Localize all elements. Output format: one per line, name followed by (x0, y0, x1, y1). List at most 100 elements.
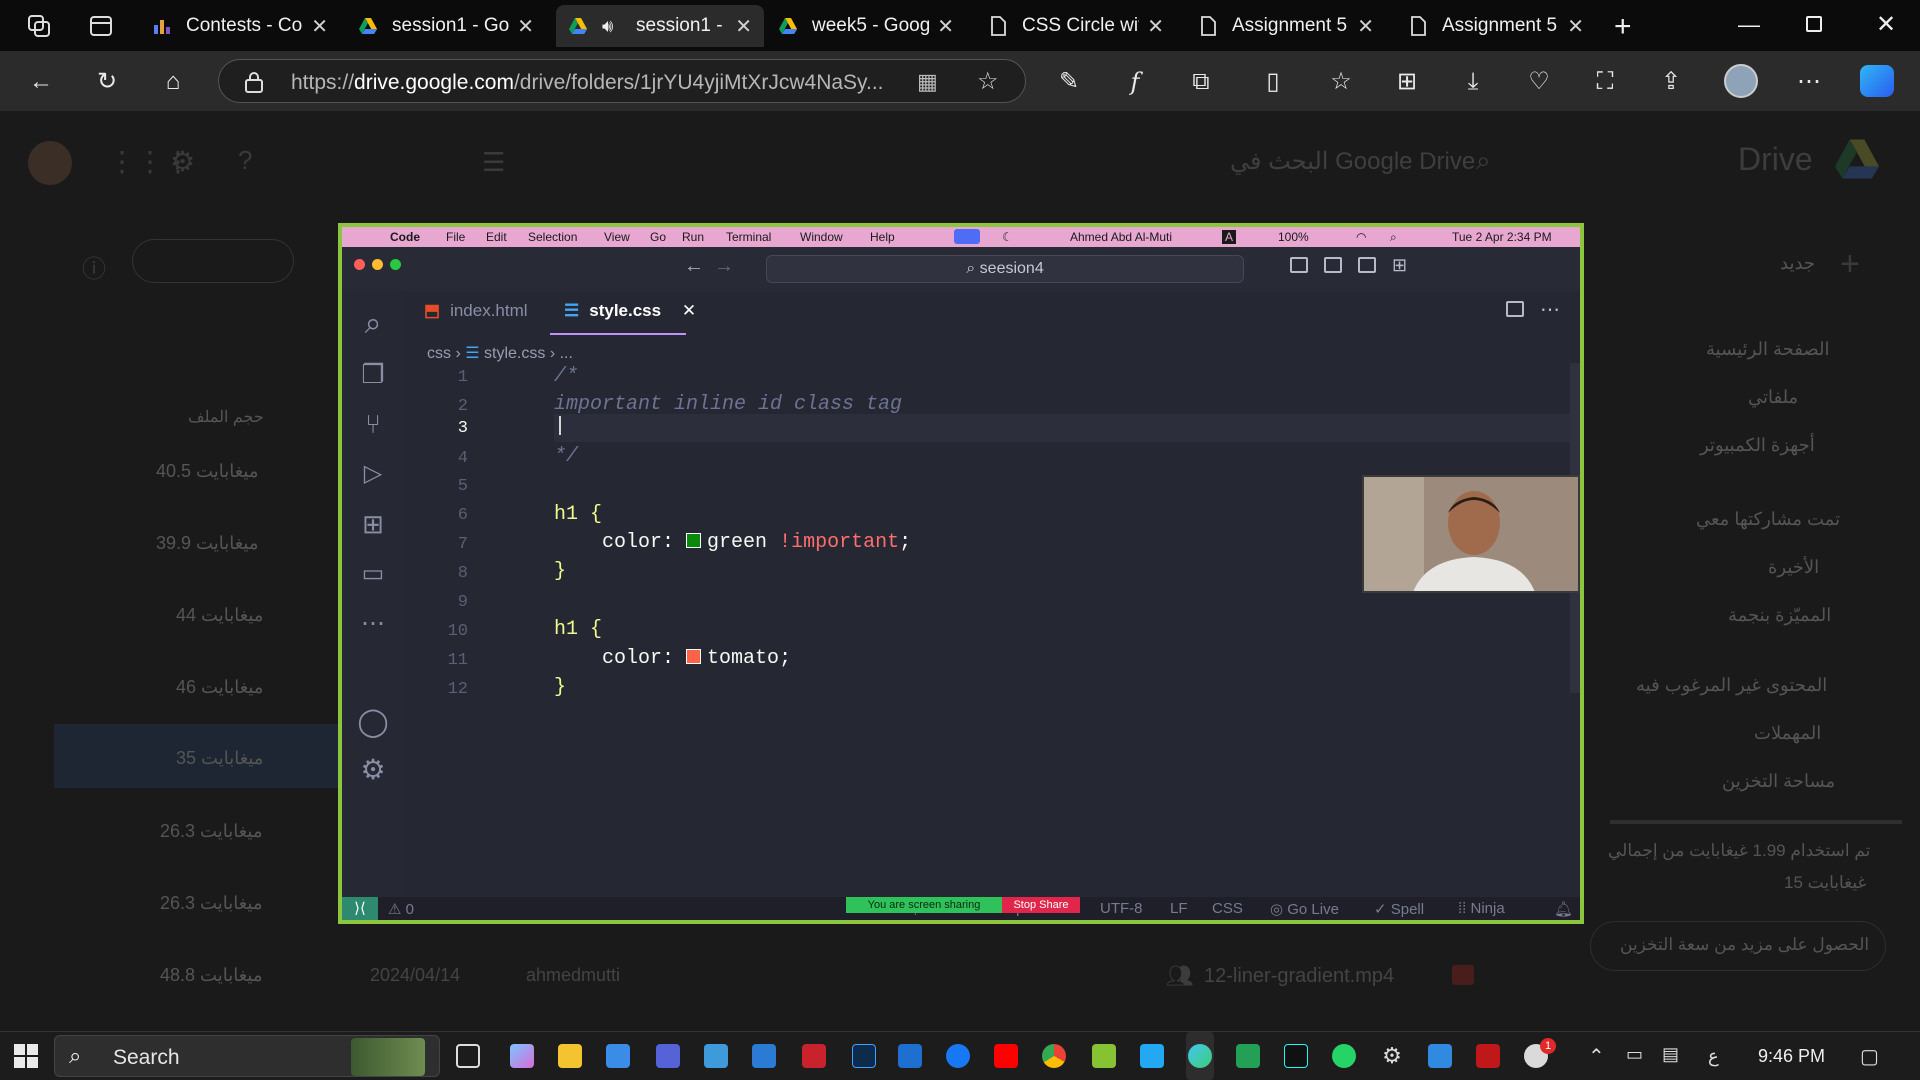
search-icon[interactable]: ⌕ (356, 307, 390, 341)
sidebar-item-trash[interactable]: المهملات (1754, 723, 1821, 744)
address-bar[interactable]: https://drive.google.com/drive/folders/1… (218, 59, 1026, 103)
task-view-icon[interactable] (456, 1044, 480, 1068)
spotlight-icon[interactable]: ⌕ (1390, 230, 1397, 245)
end-of-line[interactable]: LF (1170, 900, 1188, 917)
menu-item-file[interactable]: File (446, 230, 465, 244)
copilot-icon[interactable] (1860, 65, 1894, 97)
sidebar-item-spam[interactable]: المحتوى غير المرغوب فيه (1636, 675, 1827, 696)
language-mode[interactable]: CSS (1212, 900, 1243, 917)
more-actions-icon[interactable]: ⋯ (1540, 297, 1560, 322)
sidebar-item-home[interactable]: الصفحة الرئيسية (1706, 339, 1829, 360)
sidebar-item-my-files[interactable]: ملفاتي (1748, 387, 1798, 408)
extensions-icon[interactable]: ⧉ (1188, 69, 1214, 95)
youtube-icon[interactable] (994, 1044, 1018, 1068)
drive-search-placeholder[interactable]: البحث في Google Drive (1230, 147, 1475, 176)
app-icon-10[interactable] (898, 1044, 922, 1068)
breadcrumb-symbol[interactable]: ... (560, 345, 573, 362)
drive-search-icon[interactable]: ⌕ (1476, 145, 1491, 177)
menu-item-help[interactable]: Help (870, 230, 895, 244)
file-name[interactable]: 12-liner-gradient.mp4 (1204, 965, 1394, 988)
minimize-icon[interactable]: — (1738, 12, 1760, 38)
taskbar-search[interactable]: ⌕ Search (54, 1035, 440, 1077)
app-available-icon[interactable]: ▦ (917, 69, 938, 95)
app-icon-6[interactable] (704, 1044, 728, 1068)
screenshot-icon[interactable]: ⛶ (1592, 69, 1618, 95)
back-icon[interactable]: ← (28, 69, 54, 95)
menu-item-terminal[interactable]: Terminal (726, 230, 771, 244)
copilot-app-icon[interactable] (510, 1044, 534, 1068)
file-explorer-icon[interactable] (558, 1044, 582, 1068)
apps-grid-icon[interactable]: ⋮⋮⋮ (108, 145, 192, 178)
avatar[interactable] (1724, 64, 1758, 98)
favorite-star-icon[interactable]: ☆ (977, 67, 999, 96)
explorer-files-icon[interactable]: ❐ (356, 357, 390, 391)
acrobat-icon[interactable] (802, 1044, 826, 1068)
command-center-search[interactable]: ⌕ seesion4 (766, 255, 1244, 283)
menu-item-selection[interactable]: Selection (528, 230, 577, 244)
pen-icon[interactable]: ✎ (1056, 69, 1082, 95)
sidebar-item-shared[interactable]: تمت مشاركتها معي (1696, 509, 1840, 530)
mac-minimize-button[interactable] (372, 259, 383, 270)
photoshop-icon[interactable] (852, 1044, 876, 1068)
stop-share-button[interactable]: Stop Share (1002, 897, 1080, 913)
color-swatch-tomato[interactable] (686, 649, 702, 664)
view-toggle[interactable] (132, 239, 294, 283)
tab-actions-icon[interactable] (89, 14, 113, 38)
zoom-share-status-icon[interactable] (954, 229, 980, 244)
app-icon-17[interactable] (1236, 1044, 1260, 1068)
home-icon[interactable]: ⌂ (160, 69, 186, 95)
nav-forward-icon[interactable]: → (714, 255, 734, 278)
menu-item-edit[interactable]: Edit (486, 230, 507, 244)
favorites-icon[interactable]: ☆ (1328, 69, 1354, 95)
more-options-icon[interactable]: ⋯ (1796, 69, 1822, 95)
close-window-icon[interactable]: ✕ (1876, 10, 1896, 39)
toggle-panel-icon[interactable] (1324, 257, 1342, 273)
camera-icon[interactable]: ▭ (1626, 1044, 1643, 1065)
app-icon-21[interactable] (1428, 1044, 1452, 1068)
wifi-icon[interactable]: ◠ (1356, 230, 1366, 244)
new-tab-icon[interactable]: + (1614, 10, 1632, 44)
browser-tab-contests[interactable]: Contests - Cod ✕ (140, 5, 340, 47)
color-swatch-green[interactable] (686, 533, 702, 548)
app-icon-5[interactable] (656, 1044, 680, 1068)
formula-extension-icon[interactable]: f (1122, 69, 1148, 95)
moon-icon[interactable]: ☾ (1002, 230, 1013, 244)
manage-gear-icon[interactable]: ⚙ (356, 753, 390, 787)
new-button-label[interactable]: جديد (1780, 253, 1815, 274)
facebook-icon[interactable] (946, 1044, 970, 1068)
workspaces-icon[interactable] (26, 13, 52, 39)
breadcrumb-file[interactable]: style.css (484, 345, 545, 362)
mac-close-button[interactable] (354, 259, 365, 270)
search-options-icon[interactable]: ☰ (482, 147, 505, 178)
browser-tab-assignment5-a[interactable]: Assignment 5 ✕ (1186, 5, 1386, 47)
nav-back-icon[interactable]: ← (684, 255, 704, 278)
menu-item-code[interactable]: Code (390, 230, 420, 244)
sidebar-item-computers[interactable]: أجهزة الكمبيوتر (1700, 435, 1815, 456)
spell-check[interactable]: ✓ Spell (1374, 900, 1424, 918)
accounts-icon[interactable]: ◯ (356, 705, 390, 739)
share-icon[interactable]: ⇪ (1658, 69, 1684, 95)
split-screen-icon[interactable]: ▯ (1260, 69, 1286, 95)
notifications-icon[interactable]: ▢ (1860, 1044, 1879, 1069)
app-icon-14[interactable] (1092, 1044, 1116, 1068)
split-editor-icon[interactable] (1506, 301, 1524, 317)
tab-close-icon[interactable]: ✕ (937, 14, 954, 39)
restore-icon[interactable] (1806, 16, 1822, 32)
menu-item-run[interactable]: Run (682, 230, 704, 244)
source-control-icon[interactable]: ⑂ (356, 407, 390, 441)
breadcrumb-folder[interactable]: css (427, 345, 451, 362)
windows-start-icon[interactable] (14, 1044, 38, 1068)
extensions-icon[interactable]: ⊞ (356, 507, 390, 541)
tab-close-icon[interactable]: ✕ (517, 14, 534, 39)
tab-close-icon[interactable]: ✕ (735, 14, 752, 39)
browser-tab-session1-drive[interactable]: session1 - Goo ✕ (346, 5, 546, 47)
tab-close-icon[interactable]: ✕ (1147, 14, 1164, 39)
refresh-icon[interactable]: ↻ (94, 69, 120, 95)
go-live-button[interactable]: ◎ Go Live (1270, 900, 1339, 918)
browser-tab-session1-active[interactable]: 🔊︎ session1 - ✕ (556, 5, 764, 47)
browser-tab-css-circle[interactable]: CSS Circle with ✕ (976, 5, 1176, 47)
menu-item-view[interactable]: View (604, 230, 630, 244)
notifications-bell-icon[interactable]: 🔔︎ (1554, 900, 1573, 918)
tab-style-css[interactable]: ☰ style.css ✕ (564, 301, 696, 321)
run-debug-icon[interactable]: ▷ (356, 457, 390, 491)
